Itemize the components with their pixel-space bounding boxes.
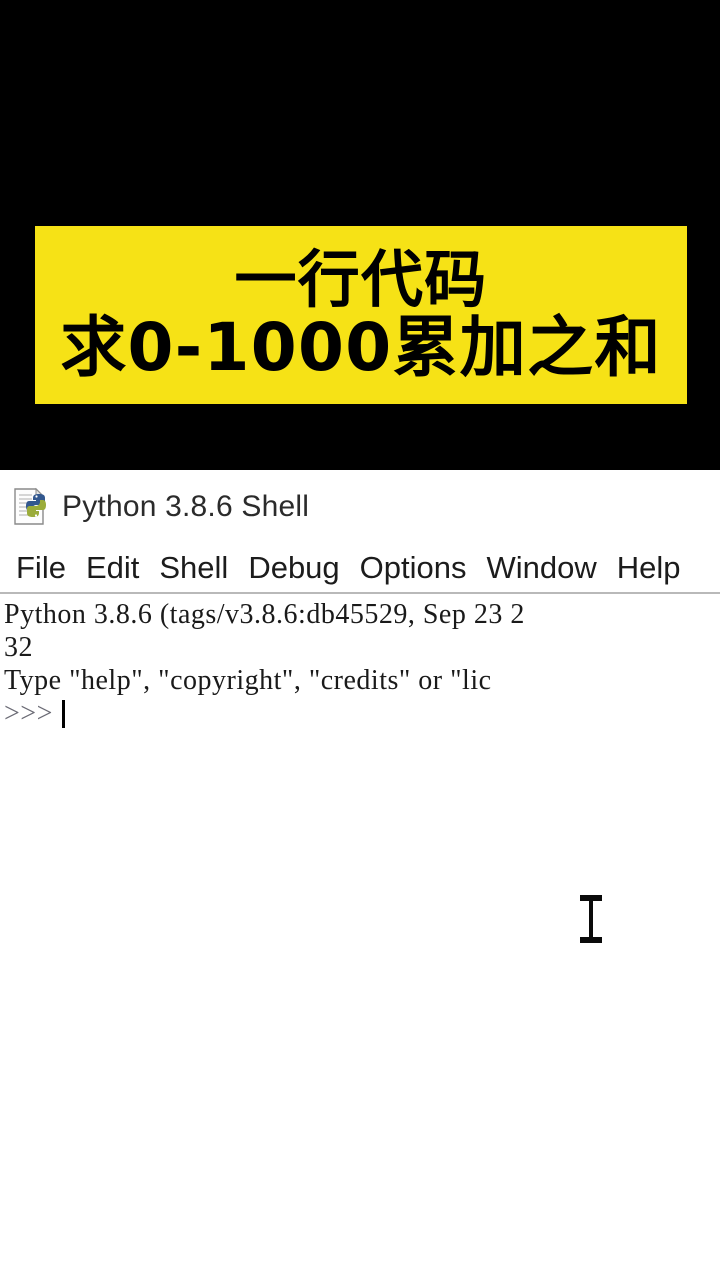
window-title-bar: Python 3.8.6 Shell — [0, 470, 720, 544]
menu-item-shell[interactable]: Shell — [149, 550, 238, 586]
menu-item-help[interactable]: Help — [607, 550, 691, 586]
ibeam-bottom-bar — [580, 937, 602, 943]
python-idle-shell-window: Python 3.8.6 Shell File Edit Shell Debug… — [0, 470, 720, 1280]
video-letterbox-top: 一行代码 求0-1000累加之和 — [0, 0, 720, 470]
ibeam-stem — [589, 898, 593, 940]
python-file-icon — [12, 487, 50, 527]
shell-prompt-symbol: >>> — [4, 698, 53, 729]
menu-item-file[interactable]: File — [6, 550, 76, 586]
shell-output-line: 32 — [4, 632, 33, 663]
menu-item-edit[interactable]: Edit — [76, 550, 149, 586]
shell-prompt-line[interactable]: >>> — [4, 697, 720, 730]
window-title-text: Python 3.8.6 Shell — [62, 490, 310, 523]
shell-text-area[interactable]: Python 3.8.6 (tags/v3.8.6:db45529, Sep 2… — [0, 594, 720, 1280]
mouse-ibeam-cursor — [580, 895, 602, 943]
caption-line-primary: 一行代码 — [234, 243, 488, 316]
menu-item-debug[interactable]: Debug — [238, 550, 349, 586]
caption-banner: 一行代码 求0-1000累加之和 — [35, 226, 687, 404]
menu-bar: File Edit Shell Debug Options Window Hel… — [0, 544, 720, 592]
shell-output-line: Type "help", "copyright", "credits" or "… — [4, 665, 492, 696]
caption-line-secondary: 求0-1000累加之和 — [60, 309, 662, 386]
text-insertion-caret — [61, 699, 65, 728]
menu-item-window[interactable]: Window — [477, 550, 607, 586]
menu-item-options[interactable]: Options — [350, 550, 477, 586]
shell-output-line: Python 3.8.6 (tags/v3.8.6:db45529, Sep 2… — [4, 599, 525, 630]
